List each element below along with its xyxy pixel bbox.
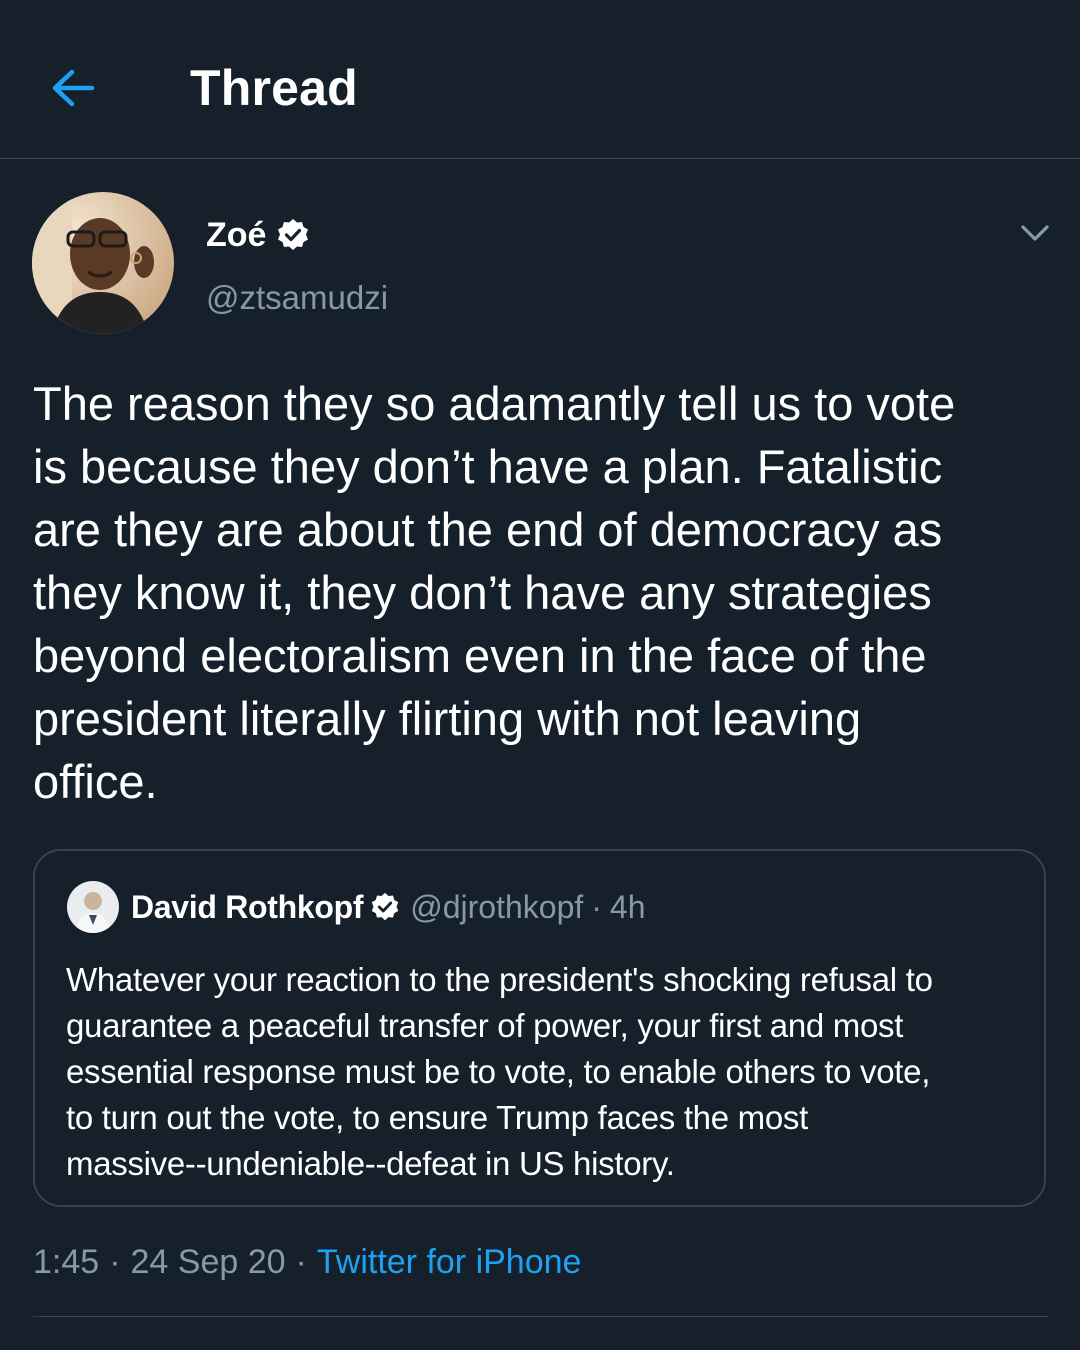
page-title: Thread xyxy=(190,60,358,116)
author-handle[interactable]: @ztsamudzi xyxy=(206,276,388,320)
chevron-down-icon xyxy=(1021,225,1049,241)
tweet-text: The reason they so adamantly tell us to … xyxy=(33,377,956,808)
quoted-author-name: David Rothkopf xyxy=(131,889,364,925)
back-button[interactable] xyxy=(42,60,104,116)
arrow-left-icon xyxy=(52,69,95,107)
quoted-tweet-card[interactable]: David Rothkopf @djrothkopf · 4h Whatever… xyxy=(33,849,1046,1207)
tweet-menu-button[interactable] xyxy=(1014,212,1056,254)
meta-separator: · xyxy=(295,1243,307,1281)
divider xyxy=(33,1316,1048,1317)
quoted-tweet-text: Whatever your reaction to the president'… xyxy=(66,961,933,1182)
tweet-time: 1:45 xyxy=(33,1243,100,1281)
author-avatar-image xyxy=(32,192,174,334)
quoted-tweet-header: David Rothkopf @djrothkopf · 4h xyxy=(67,881,646,933)
quoted-timestamp: 4h xyxy=(609,889,646,925)
quoted-author-handle: @djrothkopf xyxy=(410,889,584,925)
thread-header: Thread xyxy=(0,0,1080,159)
quoted-author-avatar xyxy=(67,881,119,933)
tweet-date: 24 Sep 20 xyxy=(130,1243,286,1281)
author-name-row[interactable]: Zoé xyxy=(206,212,310,258)
verified-badge-icon xyxy=(370,892,400,922)
tweet-meta: 1:45 · 24 Sep 20 · Twitter for iPhone xyxy=(33,1238,581,1286)
author-avatar[interactable] xyxy=(32,192,174,334)
tweet-source-link[interactable]: Twitter for iPhone xyxy=(317,1238,582,1286)
quoted-separator: · xyxy=(591,888,602,925)
meta-separator: · xyxy=(109,1243,121,1281)
author-name[interactable]: Zoé xyxy=(206,212,266,258)
verified-badge-icon xyxy=(276,218,310,252)
